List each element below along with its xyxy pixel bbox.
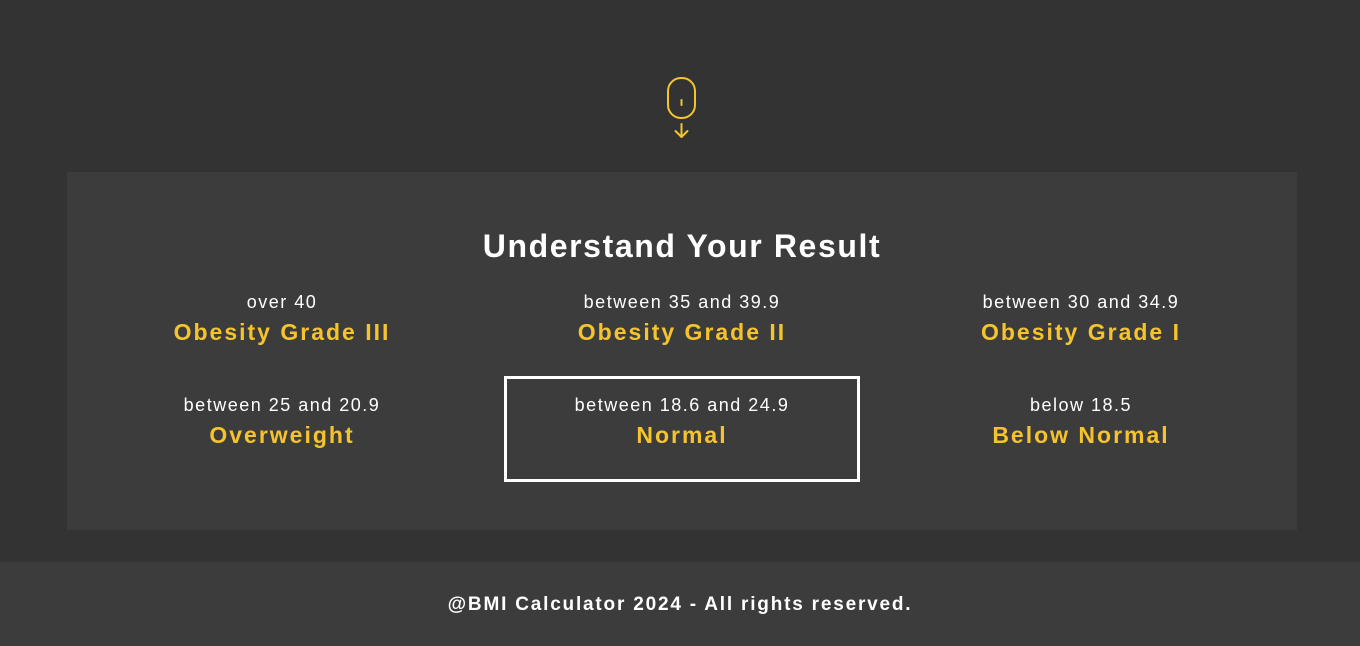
category-label: Below Normal: [992, 422, 1170, 448]
mouse-scroll-down-icon: [667, 77, 696, 138]
category-normal-highlighted: between 18.6 and 24.9 Normal: [504, 376, 860, 482]
category-label: Obesity Grade III: [173, 319, 391, 345]
result-panel: Understand Your Result over 40 Obesity G…: [67, 172, 1297, 530]
scroll-down-button[interactable]: [665, 76, 699, 142]
category-range: below 18.5: [1029, 395, 1133, 415]
page: Understand Your Result over 40 Obesity G…: [0, 0, 1360, 646]
category-label: Overweight: [209, 422, 355, 448]
copyright-text: @BMI Calculator 2024 - All rights reserv…: [447, 594, 913, 615]
category-label: Obesity Grade I: [980, 319, 1181, 345]
category-range: between 30 and 34.9: [982, 292, 1180, 312]
category-range: between 25 and 20.9: [183, 395, 381, 415]
category-below-normal: below 18.5 Below Normal: [903, 394, 1259, 500]
category-obesity-grade-1: between 30 and 34.9 Obesity Grade I: [903, 291, 1259, 397]
section-title: Understand Your Result: [482, 228, 882, 264]
category-range: over 40: [246, 292, 318, 312]
category-overweight: between 25 and 20.9 Overweight: [104, 394, 460, 500]
category-label: Normal: [636, 422, 728, 448]
category-range: between 18.6 and 24.9: [574, 395, 790, 415]
category-label: Obesity Grade II: [577, 319, 787, 345]
category-range: between 35 and 39.9: [583, 292, 781, 312]
category-obesity-grade-3: over 40 Obesity Grade III: [104, 291, 460, 397]
footer: @BMI Calculator 2024 - All rights reserv…: [0, 562, 1360, 646]
